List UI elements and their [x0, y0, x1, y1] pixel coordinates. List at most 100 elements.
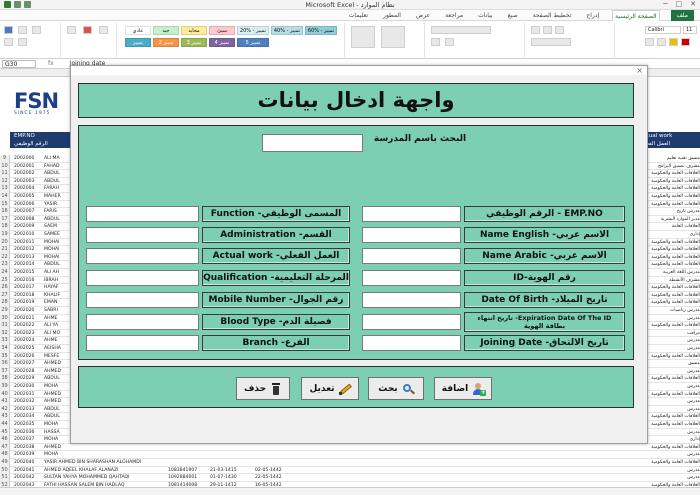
tab-view[interactable]: عرض [414, 10, 432, 21]
style-chip[interactable]: جيد [153, 26, 179, 35]
actual-work-cell[interactable]: العلاقات العامة والحكومية [638, 459, 700, 466]
emp-number-cell[interactable]: 2002016 [14, 277, 42, 284]
bottom-d1-cell[interactable]: 01-07-1430 [210, 474, 250, 481]
delete-button[interactable]: حذف [236, 377, 290, 400]
row-number[interactable]: 37 [0, 367, 10, 376]
close-window-button[interactable]: ✕ [690, 0, 696, 8]
tab-help[interactable]: تعليمات [347, 10, 370, 21]
emp-name-cell[interactable]: AHMED [44, 444, 164, 451]
emp-number-cell[interactable]: 2002010 [14, 231, 42, 238]
row-number[interactable]: 30 [0, 314, 10, 323]
style-chip[interactable]: تمييز 5 [237, 38, 269, 47]
emp-number-cell[interactable]: 2002006 [14, 201, 42, 208]
row-number[interactable]: 28 [0, 299, 10, 307]
style-chip[interactable]: تمييز 4 [209, 38, 235, 47]
emp-number-cell[interactable]: 2002022 [14, 322, 42, 329]
row-number[interactable]: 15 [0, 200, 10, 209]
row-number[interactable]: 11 [0, 170, 10, 178]
row-number[interactable]: 22 [0, 253, 10, 262]
emp-number-cell[interactable]: 2002034 [14, 413, 42, 420]
emp-number-cell[interactable]: 2002036 [14, 429, 42, 436]
bottom-d1-cell[interactable]: 21-03-1415 [210, 467, 250, 474]
actual-work-cell[interactable]: مدرس [638, 451, 700, 458]
actual-work-cell[interactable]: مدرس [638, 467, 700, 474]
bottom-d2-cell[interactable]: 22-05-1442 [255, 474, 295, 481]
emp-number-cell[interactable]: 2002004 [14, 185, 42, 192]
emp-number-cell[interactable]: 2002018 [14, 292, 42, 299]
name-arabic-input[interactable] [362, 248, 461, 264]
tab-formulas[interactable]: صيغ [506, 10, 520, 21]
emp-number-cell[interactable]: 2002023 [14, 330, 42, 337]
emp-number-cell[interactable]: 2002019 [14, 299, 42, 306]
add-button[interactable]: + اضافة [434, 377, 492, 400]
emp-number-cell[interactable]: 2002015 [14, 269, 42, 276]
emp-no-input[interactable] [362, 206, 461, 222]
emp-number-cell[interactable]: 2002021 [14, 315, 42, 322]
row-number[interactable]: 17 [0, 215, 10, 224]
emp-number-cell[interactable]: 2002033 [14, 406, 42, 413]
administration-input[interactable] [86, 227, 199, 243]
find-icon[interactable] [18, 26, 27, 34]
row-number[interactable]: 34 [0, 345, 10, 353]
merge-center-button[interactable] [531, 38, 571, 46]
date-of-birth-input[interactable] [362, 292, 461, 308]
emp-number-cell[interactable]: 2002039 [14, 451, 42, 458]
emp-number-cell[interactable]: 2002000 [14, 155, 42, 162]
row-number[interactable]: 9 [0, 155, 10, 163]
row-number[interactable]: 20 [0, 238, 10, 247]
align-right-icon[interactable] [555, 26, 564, 34]
row-number[interactable]: 29 [0, 307, 10, 315]
row-number[interactable]: 24 [0, 269, 10, 277]
row-number[interactable]: 16 [0, 208, 10, 216]
row-number[interactable]: 42 [0, 405, 10, 414]
tab-data[interactable]: بيانات [476, 10, 494, 21]
emp-number-cell[interactable]: 2002011 [14, 239, 42, 246]
fill-icon[interactable] [32, 26, 41, 34]
bottom-id-cell[interactable]: 1083841907 [168, 467, 208, 474]
row-number[interactable]: 18 [0, 223, 10, 231]
id-expiry-input[interactable] [362, 314, 461, 330]
fill-color-icon[interactable] [669, 38, 678, 46]
emp-name-cell[interactable]: AHMED AQEEL KHALAF ALANAZI [44, 467, 164, 474]
actual-work-cell[interactable]: العلاقات العامة والحكومية [638, 444, 700, 451]
insert-cells-icon[interactable] [67, 26, 76, 34]
emp-number-cell[interactable]: 2002031 [14, 391, 42, 398]
row-number[interactable]: 12 [0, 177, 10, 186]
function-input[interactable] [86, 206, 199, 222]
emp-number-cell[interactable]: 2002032 [14, 398, 42, 405]
row-number[interactable]: 14 [0, 193, 10, 201]
row-number[interactable]: 39 [0, 383, 10, 391]
fx-icon[interactable]: fx [48, 60, 54, 67]
align-center-icon[interactable] [543, 26, 552, 34]
row-number[interactable]: 47 [0, 443, 10, 452]
close-icon[interactable]: × [636, 66, 643, 75]
style-chip[interactable]: عادي [125, 26, 151, 35]
row-number[interactable]: 45 [0, 428, 10, 437]
row-number[interactable]: 38 [0, 375, 10, 383]
comma-icon[interactable] [445, 38, 454, 46]
tab-page-layout[interactable]: تخطيط الصفحة [531, 10, 574, 21]
blood-type-input[interactable] [86, 314, 199, 330]
emp-number-cell[interactable]: 2002007 [14, 208, 42, 215]
row-number[interactable]: 51 [0, 474, 10, 482]
emp-number-cell[interactable]: 2002017 [14, 284, 42, 291]
row-number[interactable]: 27 [0, 291, 10, 300]
emp-name-cell[interactable]: YASIR AHMED BIN SHARASHAN ALGHAMDI [44, 459, 164, 466]
emp-number-cell[interactable]: 2002041 [14, 467, 42, 474]
row-number[interactable]: 41 [0, 398, 10, 406]
emp-number-cell[interactable]: 2002009 [14, 223, 42, 230]
emp-number-cell[interactable]: 2002042 [14, 474, 42, 481]
style-chip[interactable]: 40% - تمييز [271, 26, 303, 35]
row-number[interactable]: 21 [0, 246, 10, 254]
emp-name-cell[interactable]: SULTAN YAHYA MOHAMMED QAHTAQI [44, 474, 164, 481]
style-chip[interactable]: سيئ [209, 26, 235, 35]
row-number[interactable]: 25 [0, 276, 10, 285]
emp-number-cell[interactable]: 2002029 [14, 375, 42, 382]
row-number[interactable]: 48 [0, 451, 10, 459]
font-color-icon[interactable] [681, 38, 690, 46]
bottom-id-cell[interactable]: 1092884001 [168, 474, 208, 481]
row-number[interactable]: 19 [0, 231, 10, 239]
emp-number-cell[interactable]: 2002005 [14, 193, 42, 200]
name-english-input[interactable] [362, 227, 461, 243]
percent-icon[interactable] [431, 38, 440, 46]
